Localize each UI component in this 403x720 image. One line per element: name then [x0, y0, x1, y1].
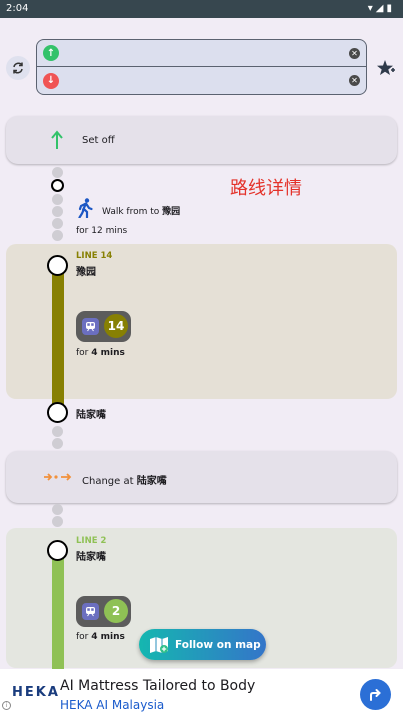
set-off-label: Set off — [82, 135, 115, 146]
walk-dot — [52, 218, 63, 229]
station-node — [47, 540, 68, 561]
walk-dot — [52, 230, 63, 241]
route-inputs: ↑ ✕ ↓ ✕ — [36, 39, 367, 95]
signal-icon: ◢ — [375, 3, 387, 14]
walk-duration-value: 12 mins — [91, 226, 128, 236]
segment-duration: for 4 mins — [76, 348, 125, 358]
walk-duration-prefix: for — [76, 226, 89, 236]
end-input[interactable] — [65, 70, 343, 91]
favorite-button[interactable] — [374, 56, 398, 80]
duration-value: 4 mins — [91, 348, 125, 358]
end-row: ↓ ✕ — [37, 67, 366, 94]
status-bar: 2:04 ▾◢▮ — [0, 0, 403, 18]
ad-go-button[interactable] — [360, 679, 391, 710]
battery-icon: ▮ — [386, 3, 395, 14]
station-name: 陆家嘴 — [76, 410, 106, 421]
set-off-card[interactable]: Set off — [6, 116, 397, 164]
duration-value: 4 mins — [91, 632, 125, 642]
arrow-up-icon: ↑ — [43, 45, 59, 61]
reverse-route-button[interactable] — [6, 56, 30, 80]
clear-end-button[interactable]: ✕ — [349, 75, 360, 86]
change-label: Change at 陆家嘴 — [82, 472, 167, 487]
arrow-down-icon: ↓ — [43, 72, 59, 89]
page-title: 路线详情 — [230, 178, 302, 199]
transfer-dot — [52, 504, 63, 515]
arrow-up-icon — [51, 130, 63, 149]
change-station: 陆家嘴 — [136, 476, 167, 487]
station-name: 豫园 — [76, 267, 96, 278]
close-icon: ✕ — [351, 76, 358, 85]
info-icon[interactable]: i — [2, 701, 11, 710]
swap-icon — [13, 62, 23, 74]
follow-on-map-label: Follow on map — [175, 638, 261, 651]
status-icons: ▾◢▮ — [368, 3, 395, 14]
station-node — [47, 255, 68, 276]
line-tag: LINE 14 — [76, 251, 113, 261]
transfer-dot — [52, 516, 63, 527]
walk-start-node — [51, 179, 64, 192]
change-prefix: Change at — [82, 476, 134, 487]
station-node — [47, 402, 68, 423]
line-number: 14 — [104, 314, 128, 338]
duration-prefix: for — [76, 348, 89, 358]
walk-dot — [52, 194, 63, 205]
ad-headline[interactable]: AI Mattress Tailored to Body — [60, 678, 255, 694]
wifi-icon: ▾ — [367, 3, 376, 14]
start-row: ↑ ✕ — [37, 40, 366, 67]
line-2-track — [52, 550, 64, 675]
line-chip: 2 — [76, 596, 131, 627]
change-card[interactable]: Change at 陆家嘴 — [6, 451, 397, 503]
walk-to-station: 豫园 — [162, 207, 181, 217]
line-14-track — [52, 263, 64, 413]
start-input[interactable] — [65, 43, 343, 63]
ad-banner[interactable]: i HEKA AI Mattress Tailored to Body HEKA… — [0, 669, 403, 720]
transfer-dot — [52, 426, 63, 437]
walk-from-text: Walk from to — [102, 207, 160, 217]
line-number: 2 — [104, 599, 128, 623]
transfer-dot — [52, 438, 63, 449]
segment-duration: for 4 mins — [76, 632, 125, 642]
walk-description: Walk from to 豫园 — [102, 204, 180, 217]
transfer-icon — [44, 473, 72, 481]
duration-prefix: for — [76, 632, 89, 642]
close-icon: ✕ — [351, 48, 358, 58]
directions-arrow-icon — [369, 688, 381, 701]
train-icon — [82, 603, 99, 620]
train-icon — [82, 318, 99, 335]
star-add-icon — [377, 60, 395, 75]
ad-logo: HEKA — [12, 685, 60, 700]
clear-start-button[interactable]: ✕ — [349, 47, 360, 59]
station-name: 陆家嘴 — [76, 552, 106, 563]
walk-duration: for 12 mins — [76, 226, 127, 236]
line-tag: LINE 2 — [76, 536, 107, 546]
walk-dot — [52, 167, 63, 178]
status-time: 2:04 — [6, 3, 29, 14]
ad-subline[interactable]: HEKA AI Malaysia — [60, 698, 164, 712]
walk-dot — [52, 206, 63, 217]
follow-on-map-button[interactable]: Follow on map — [139, 629, 266, 660]
map-icon — [150, 636, 168, 653]
line-chip: 14 — [76, 311, 131, 342]
walk-icon — [78, 198, 93, 218]
